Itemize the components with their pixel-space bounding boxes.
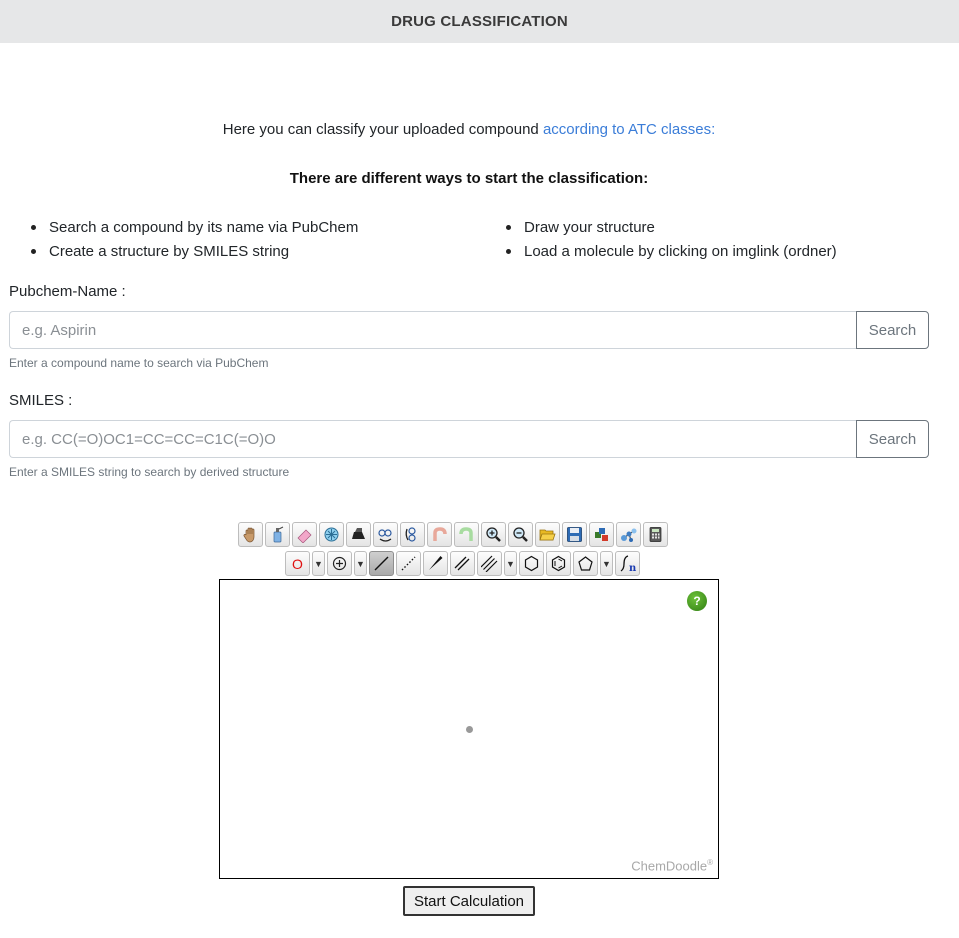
flip-icon[interactable] xyxy=(346,522,371,547)
chain-icon[interactable]: n xyxy=(615,551,640,576)
zoom-in-icon[interactable] xyxy=(481,522,506,547)
watermark-text: ChemDoodle xyxy=(631,858,708,873)
undo-icon[interactable] xyxy=(427,522,452,547)
canvas-center-marker xyxy=(466,726,473,733)
pubchem-help-text: Enter a compound name to search via PubC… xyxy=(9,356,269,370)
open-icon[interactable] xyxy=(535,522,560,547)
smiles-search-button[interactable]: Search xyxy=(856,420,929,458)
pubchem-name-input[interactable] xyxy=(9,311,856,349)
center-icon[interactable] xyxy=(319,522,344,547)
chevron-down-icon[interactable]: ▼ xyxy=(600,551,613,576)
smiles-label: SMILES : xyxy=(9,392,73,409)
sketcher-toolbar-top xyxy=(238,522,670,547)
pubchem-label: Pubchem-Name : xyxy=(9,283,126,300)
element-button[interactable]: O xyxy=(285,551,310,576)
rotate-ccw-icon[interactable] xyxy=(373,522,398,547)
sketcher-toolbar-bottom: O ▼ ▼ ▼ ▼ n xyxy=(285,551,642,576)
cyclohexane-icon[interactable] xyxy=(519,551,544,576)
list-item: Draw your structure xyxy=(506,217,837,241)
3d-icon[interactable] xyxy=(616,522,641,547)
smiles-input-group: Search xyxy=(9,420,929,458)
wedge-bond-icon[interactable] xyxy=(423,551,448,576)
page-header: DRUG CLASSIFICATION xyxy=(0,0,959,43)
svg-text:n: n xyxy=(629,563,637,573)
templates-icon[interactable] xyxy=(589,522,614,547)
atc-classes-link[interactable]: according to ATC classes: xyxy=(543,121,715,138)
cyclopentane-icon[interactable] xyxy=(573,551,598,576)
chemdoodle-watermark: ChemDoodle® xyxy=(631,858,713,873)
smiles-help-text: Enter a SMILES string to search by deriv… xyxy=(9,465,290,479)
triple-bond-icon[interactable] xyxy=(477,551,502,576)
intro-sentence: Here you can classify your uploaded comp… xyxy=(222,121,543,138)
double-bond-icon[interactable] xyxy=(450,551,475,576)
ways-list-right: Draw your structure Load a molecule by c… xyxy=(506,217,837,265)
list-item: Create a structure by SMILES string xyxy=(31,241,358,265)
sketcher-canvas[interactable]: ? ChemDoodle® xyxy=(219,579,719,879)
ways-list-left: Search a compound by its name via PubChe… xyxy=(31,217,358,265)
calculator-icon[interactable] xyxy=(643,522,668,547)
chevron-down-icon[interactable]: ▼ xyxy=(354,551,367,576)
charge-icon[interactable] xyxy=(327,551,352,576)
smiles-input[interactable] xyxy=(9,420,856,458)
zoom-out-icon[interactable] xyxy=(508,522,533,547)
list-item: Load a molecule by clicking on imglink (… xyxy=(506,241,837,265)
chevron-down-icon[interactable]: ▼ xyxy=(504,551,517,576)
rotate-cw-icon[interactable] xyxy=(400,522,425,547)
ways-heading: There are different ways to start the cl… xyxy=(289,170,649,187)
save-icon[interactable] xyxy=(562,522,587,547)
redo-icon[interactable] xyxy=(454,522,479,547)
start-calculation-button[interactable]: Start Calculation xyxy=(403,886,535,916)
intro-text: Here you can classify your uploaded comp… xyxy=(0,121,938,138)
spray-icon[interactable] xyxy=(265,522,290,547)
hand-icon[interactable] xyxy=(238,522,263,547)
watermark-registered-mark: ® xyxy=(707,857,713,867)
pubchem-search-button[interactable]: Search xyxy=(856,311,929,349)
single-bond-icon[interactable] xyxy=(369,551,394,576)
eraser-icon[interactable] xyxy=(292,522,317,547)
dashed-bond-icon[interactable] xyxy=(396,551,421,576)
chevron-down-icon[interactable]: ▼ xyxy=(312,551,325,576)
list-item: Search a compound by its name via PubChe… xyxy=(31,217,358,241)
page-title: DRUG CLASSIFICATION xyxy=(391,13,568,30)
pubchem-input-group: Search xyxy=(9,311,929,349)
help-icon[interactable]: ? xyxy=(687,591,707,611)
benzene-icon[interactable] xyxy=(546,551,571,576)
